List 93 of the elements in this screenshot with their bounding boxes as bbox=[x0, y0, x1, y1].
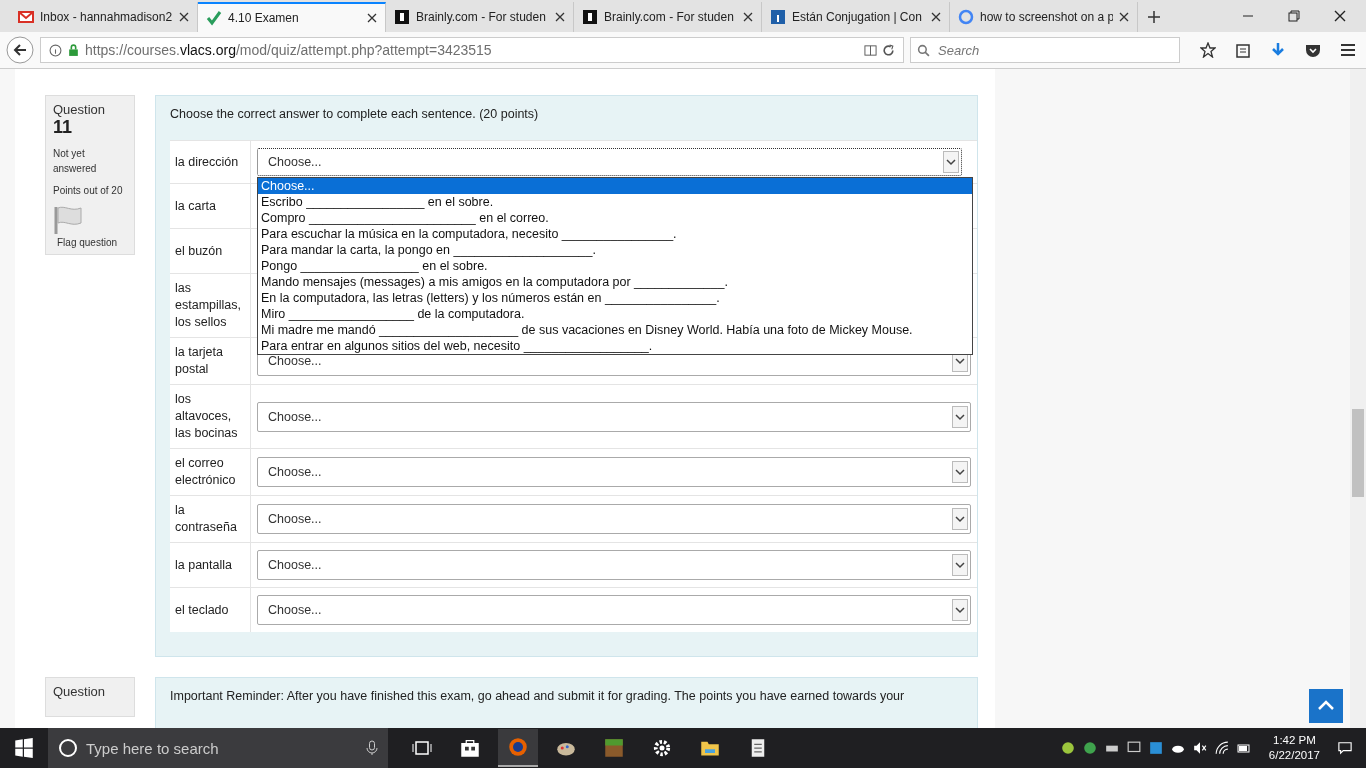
lock-icon bbox=[67, 43, 80, 57]
scrollbar[interactable] bbox=[1350, 69, 1366, 728]
points-label: Points out of 20 bbox=[53, 184, 124, 198]
close-icon[interactable] bbox=[179, 12, 189, 22]
microphone-icon[interactable] bbox=[366, 740, 378, 756]
browser-tab[interactable]: 4.10 Examen bbox=[198, 2, 386, 32]
dropdown-option[interactable]: Para mandar la carta, la pongo en ____________________. bbox=[258, 242, 972, 258]
close-icon[interactable] bbox=[1334, 10, 1346, 22]
question-status: Not yet answered bbox=[53, 147, 98, 176]
term-cell: la contraseña bbox=[170, 495, 251, 543]
answer-dropdown[interactable]: Choose... bbox=[257, 504, 971, 534]
term-cell: el buzón bbox=[170, 228, 251, 274]
restore-icon[interactable] bbox=[1288, 10, 1300, 22]
pocket-icon[interactable] bbox=[1305, 42, 1321, 58]
site-icon bbox=[582, 9, 598, 25]
answer-dropdown[interactable]: Choose... bbox=[257, 550, 971, 580]
question-prompt: Choose the correct answer to complete each sentence. (20 points) bbox=[170, 106, 540, 122]
caret-icon bbox=[952, 405, 968, 428]
caret-icon bbox=[943, 151, 959, 173]
search-field[interactable]: Search bbox=[910, 37, 1180, 63]
term-cell: las estampillas, los sellos bbox=[170, 273, 251, 338]
dropdown-option[interactable]: Mi madre me mandó ____________________ de sus vacaciones en Disney World. Había una foto de Mickey Mouse. bbox=[258, 322, 972, 338]
clock-date[interactable]: 6/22/2017 bbox=[1268, 748, 1320, 763]
caret-icon bbox=[952, 599, 968, 621]
site-icon bbox=[958, 9, 974, 25]
muted-speaker-icon[interactable] bbox=[1192, 741, 1207, 755]
tray-app-icon[interactable] bbox=[1060, 741, 1075, 755]
question-label: Question bbox=[53, 102, 107, 117]
clipboard-icon[interactable] bbox=[1235, 42, 1251, 58]
dropdown-option[interactable]: Choose... bbox=[258, 178, 972, 194]
address-bar[interactable]: https://courses.vlacs.org/mod/quiz/attempt.php?attempt=3423515 bbox=[40, 37, 904, 63]
term-cell: la carta bbox=[170, 183, 251, 229]
monitor-icon[interactable] bbox=[1126, 741, 1141, 755]
close-icon[interactable] bbox=[1119, 12, 1129, 22]
term-cell: la tarjeta postal bbox=[170, 337, 251, 385]
bookmark-star-icon[interactable] bbox=[1200, 42, 1216, 58]
grass-block-icon[interactable] bbox=[604, 738, 624, 758]
new-tab-icon[interactable] bbox=[1148, 11, 1160, 23]
site-icon bbox=[770, 9, 786, 25]
notifications-icon[interactable] bbox=[1338, 741, 1352, 755]
close-icon[interactable] bbox=[931, 12, 941, 22]
question-number: 11 bbox=[53, 117, 74, 138]
battery-icon[interactable] bbox=[1236, 741, 1251, 755]
close-icon[interactable] bbox=[555, 12, 565, 22]
settings-icon[interactable] bbox=[652, 738, 672, 758]
answer-dropdown[interactable]: Choose... bbox=[257, 148, 962, 176]
network-app-icon[interactable] bbox=[1148, 741, 1163, 755]
back-button[interactable] bbox=[6, 36, 34, 64]
windows-start-icon[interactable] bbox=[14, 738, 34, 758]
tray-app-icon[interactable] bbox=[1082, 741, 1097, 755]
site-icon bbox=[206, 10, 222, 26]
close-icon[interactable] bbox=[743, 12, 753, 22]
clock-time[interactable]: 1:42 PM bbox=[1273, 733, 1316, 748]
cortana-icon bbox=[58, 738, 78, 758]
reader-view-icon[interactable] bbox=[864, 43, 877, 57]
term-cell: el correo electrónico bbox=[170, 448, 251, 496]
term-cell: la dirección bbox=[170, 140, 251, 184]
url-text: https://courses.vlacs.org/mod/quiz/attempt.php?attempt=3423515 bbox=[85, 42, 493, 58]
site-icon bbox=[18, 9, 34, 25]
info-icon[interactable] bbox=[49, 43, 62, 57]
term-cell: el teclado bbox=[170, 587, 251, 632]
caret-icon bbox=[952, 461, 968, 483]
back-to-top-button[interactable] bbox=[1309, 689, 1343, 723]
reload-icon[interactable] bbox=[882, 43, 895, 57]
dropdown-option[interactable]: Escribo _________________ en el sobre. bbox=[258, 194, 972, 210]
term-cell: los altavoces, las bocinas bbox=[170, 384, 251, 449]
dropdown-option[interactable]: Mando mensajes (messages) a mis amigos en la computadora por _____________. bbox=[258, 274, 972, 290]
dropdown-option[interactable]: Compro ________________________ en el correo. bbox=[258, 210, 972, 226]
caret-icon bbox=[952, 554, 968, 576]
search-input[interactable]: Type here to search bbox=[84, 738, 360, 758]
dropdown-option[interactable]: Para escuchar la música en la computadora, necesito ________________. bbox=[258, 226, 972, 242]
answer-dropdown[interactable]: Choose... bbox=[257, 457, 971, 487]
firefox-icon[interactable] bbox=[498, 729, 538, 767]
site-icon bbox=[394, 9, 410, 25]
close-icon[interactable] bbox=[367, 13, 377, 23]
caret-icon bbox=[952, 508, 968, 530]
download-icon[interactable] bbox=[1270, 42, 1286, 58]
wifi-icon[interactable] bbox=[1214, 741, 1229, 755]
dropdown-option[interactable]: Pongo _________________ en el sobre. bbox=[258, 258, 972, 274]
task-view-icon[interactable] bbox=[412, 738, 432, 758]
dropdown-option[interactable]: Miro __________________ de la computadora. bbox=[258, 306, 972, 322]
store-icon[interactable] bbox=[460, 738, 480, 758]
search-input[interactable]: Search bbox=[936, 41, 1173, 59]
menu-icon[interactable] bbox=[1340, 42, 1356, 58]
search-icon bbox=[917, 43, 930, 57]
reminder-text: Important Reminder: After you have finished this exam, go ahead and submit it for grading. The points you have earned towards your bbox=[170, 688, 906, 704]
answer-dropdown[interactable]: Choose... bbox=[257, 401, 971, 432]
question-label: Question bbox=[53, 684, 107, 699]
taskbar-search-field[interactable]: Type here to search bbox=[48, 728, 388, 768]
dropdown-option[interactable]: En la computadora, las letras (letters) y los números están en ________________. bbox=[258, 290, 972, 306]
term-cell: la pantalla bbox=[170, 542, 251, 588]
answer-dropdown[interactable]: Choose... bbox=[257, 595, 971, 625]
flag-question-link[interactable]: Flag question bbox=[57, 235, 118, 250]
